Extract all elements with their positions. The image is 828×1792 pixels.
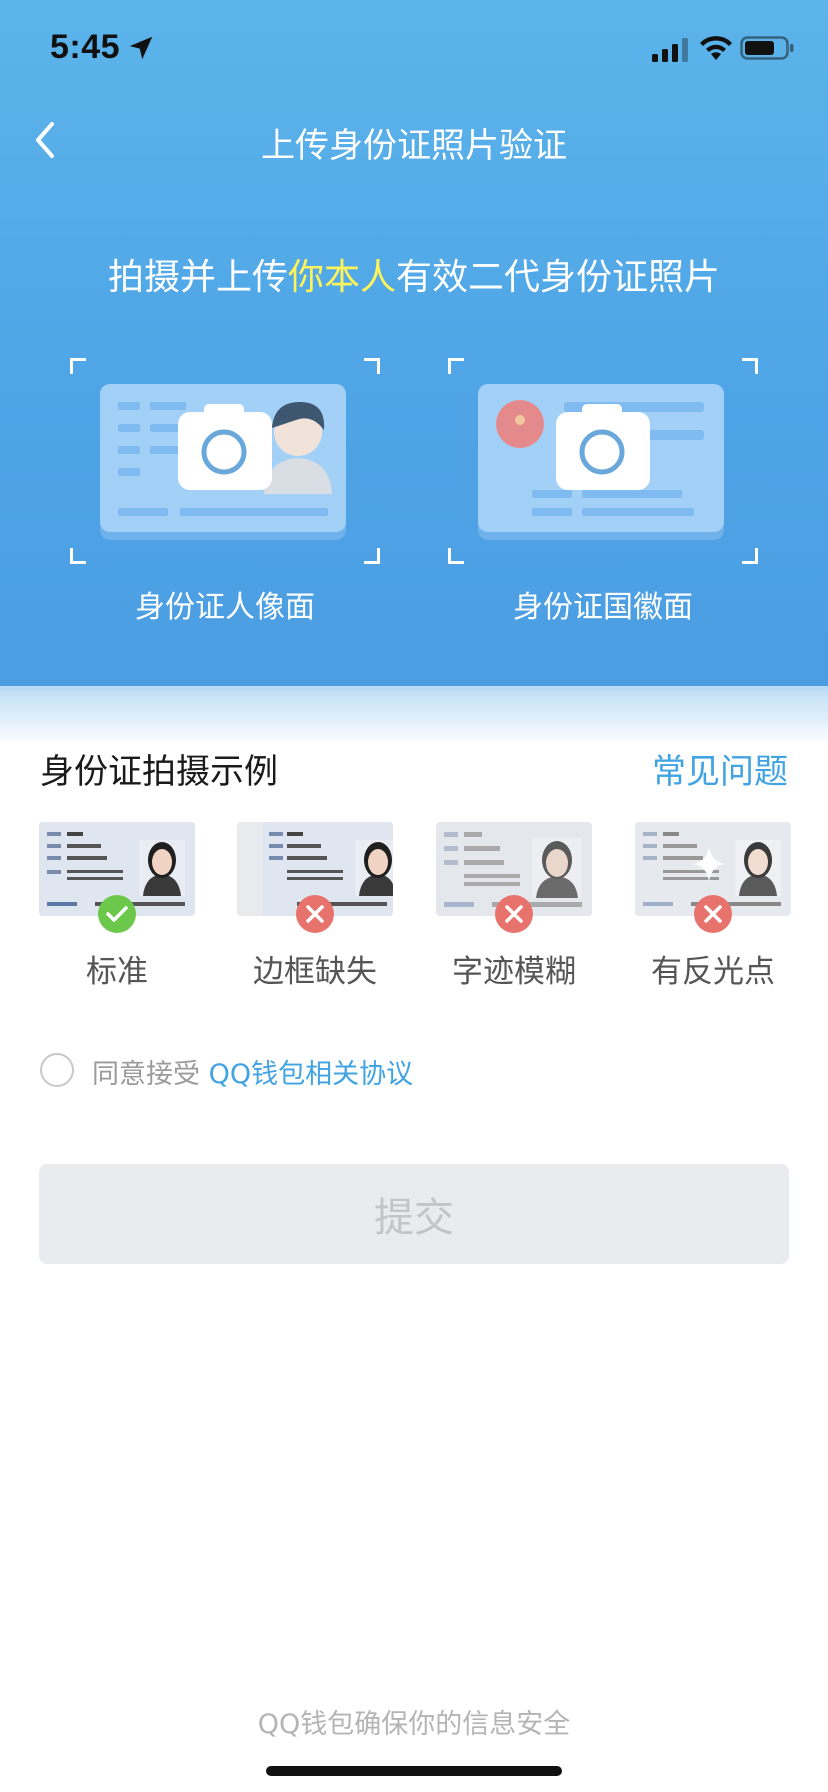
- example-label: 字迹模糊: [452, 954, 576, 990]
- faq-link[interactable]: 常见问题: [652, 744, 788, 793]
- agreement-checkbox[interactable]: [40, 1053, 74, 1087]
- id-emblem-camera-icon: [478, 384, 724, 540]
- check-icon: [98, 895, 136, 933]
- example-missing-border: 边框缺失: [237, 822, 395, 990]
- home-indicator[interactable]: [266, 1766, 562, 1776]
- battery-icon: [740, 36, 794, 60]
- page-title: 上传身份证照片验证: [261, 126, 567, 166]
- agreement-link[interactable]: QQ钱包相关协议: [209, 1059, 414, 1090]
- hero-fade: [0, 686, 828, 746]
- location-arrow-icon: [129, 36, 153, 60]
- frame-corner: [364, 548, 380, 564]
- headline-prefix: 拍摄并上传: [107, 257, 288, 298]
- frame-corner: [70, 548, 86, 564]
- wifi-icon: [700, 36, 732, 60]
- agreement-text: 同意接受 QQ钱包相关协议: [92, 1052, 413, 1091]
- status-time: 5:45: [50, 28, 121, 66]
- agreement-prefix: 同意接受: [92, 1059, 209, 1090]
- frame-corner: [448, 548, 464, 564]
- cross-icon: [694, 895, 732, 933]
- frame-corner: [70, 358, 86, 374]
- example-label: 标准: [86, 954, 148, 990]
- cellular-signal-icon: [652, 38, 688, 62]
- frame-corner: [448, 358, 464, 374]
- frame-corner: [364, 358, 380, 374]
- example-blurry: 字迹模糊: [436, 822, 592, 990]
- security-note: QQ钱包确保你的信息安全: [257, 1709, 571, 1740]
- example-standard: 标准: [39, 822, 195, 990]
- submit-button[interactable]: 提交: [39, 1164, 789, 1264]
- slot-label-emblem: 身份证国徽面: [513, 590, 693, 625]
- headline-suffix: 有效二代身份证照片: [396, 257, 721, 298]
- example-label: 有反光点: [651, 954, 775, 990]
- id-portrait-camera-icon: [100, 384, 346, 540]
- cross-icon: [296, 895, 334, 933]
- example-label: 边框缺失: [253, 954, 377, 990]
- frame-corner: [742, 358, 758, 374]
- upload-id-emblem-side[interactable]: [448, 358, 758, 564]
- headline-highlight: 你本人: [287, 257, 396, 298]
- example-glare: 有反光点: [635, 822, 791, 990]
- cross-icon: [495, 895, 533, 933]
- frame-corner: [742, 548, 758, 564]
- examples-title: 身份证拍摄示例: [40, 752, 278, 792]
- upload-id-portrait-side[interactable]: [70, 358, 380, 564]
- hero-headline: 拍摄并上传你本人有效二代身份证照片: [0, 248, 828, 300]
- slot-label-portrait: 身份证人像面: [135, 590, 315, 625]
